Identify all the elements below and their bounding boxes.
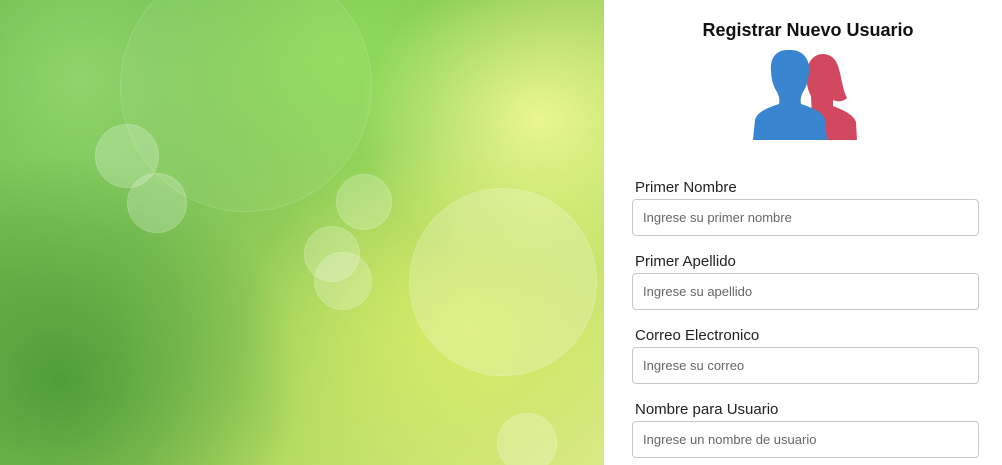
- bokeh-circle: [497, 413, 557, 465]
- email-input[interactable]: [632, 347, 979, 384]
- registration-page: Registrar Nuevo Usuario Primer Nombre Pr…: [0, 0, 1002, 465]
- users-icon: [753, 50, 857, 140]
- last-name-label: Primer Apellido: [635, 253, 736, 270]
- background-image: [0, 0, 604, 465]
- registration-form: Registrar Nuevo Usuario Primer Nombre Pr…: [604, 0, 1002, 465]
- bokeh-circle: [336, 174, 392, 230]
- form-title: Registrar Nuevo Usuario: [702, 20, 914, 40]
- username-input[interactable]: [632, 421, 979, 458]
- bokeh-circle: [314, 252, 372, 310]
- email-label: Correo Electronico: [635, 327, 760, 344]
- last-name-input[interactable]: [632, 273, 979, 310]
- bokeh-circle: [409, 188, 597, 376]
- first-name-label: Primer Nombre: [635, 179, 737, 196]
- first-name-input[interactable]: [632, 199, 979, 236]
- username-label: Nombre para Usuario: [635, 401, 779, 418]
